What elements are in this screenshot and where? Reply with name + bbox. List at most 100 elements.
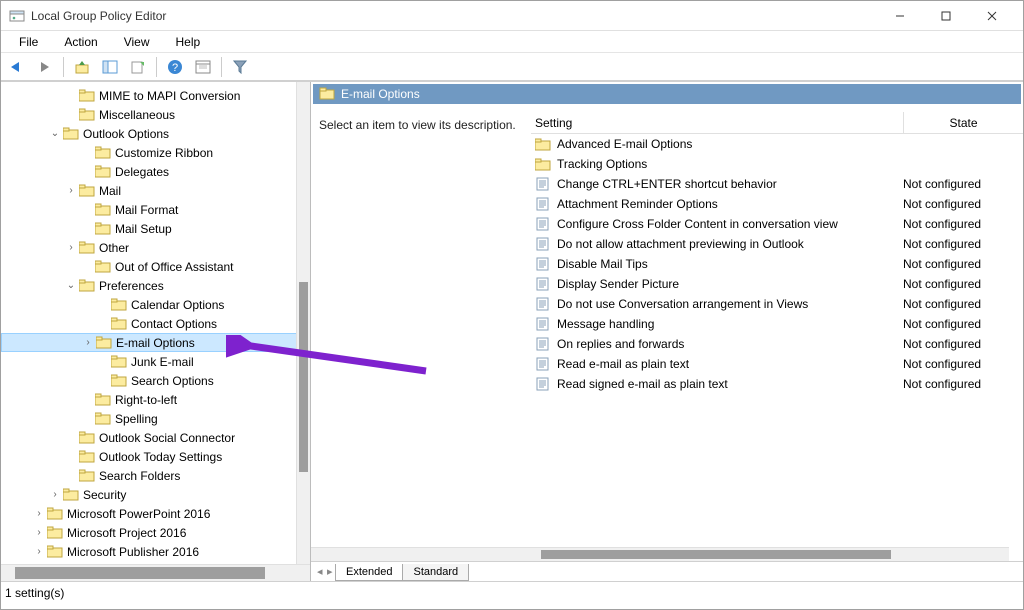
- setting-name: Configure Cross Folder Content in conver…: [557, 217, 903, 231]
- tree-item[interactable]: ›Microsoft Publisher 2016: [1, 542, 310, 561]
- setting-state: Not configured: [903, 257, 1023, 271]
- tab-scroll-left-icon[interactable]: ◂: [317, 565, 323, 578]
- setting-row[interactable]: Display Sender PictureNot configured: [531, 274, 1023, 294]
- setting-row[interactable]: Configure Cross Folder Content in conver…: [531, 214, 1023, 234]
- description-column: Select an item to view its description.: [311, 112, 531, 581]
- setting-state: Not configured: [903, 237, 1023, 251]
- tree-item[interactable]: Mail Format: [1, 200, 310, 219]
- tree-expander-icon[interactable]: ⌄: [49, 128, 61, 139]
- tree-item[interactable]: Customize Ribbon: [1, 143, 310, 162]
- tree-item[interactable]: Mail Setup: [1, 219, 310, 238]
- policy-icon: [535, 236, 551, 252]
- setting-state: Not configured: [903, 337, 1023, 351]
- tree-item[interactable]: Right-to-left: [1, 390, 310, 409]
- setting-name: On replies and forwards: [557, 337, 903, 351]
- forward-button[interactable]: [33, 56, 57, 78]
- folder-icon: [111, 355, 127, 369]
- tree-expander-icon[interactable]: ›: [33, 508, 45, 519]
- export-list-button[interactable]: [126, 56, 150, 78]
- tree-item[interactable]: ›Microsoft Project 2016: [1, 523, 310, 542]
- setting-row[interactable]: Read signed e-mail as plain textNot conf…: [531, 374, 1023, 394]
- filter-button[interactable]: [228, 56, 252, 78]
- tree-view[interactable]: MIME to MAPI ConversionMiscellaneous⌄Out…: [1, 82, 310, 564]
- tree-item[interactable]: Outlook Social Connector: [1, 428, 310, 447]
- column-header-setting[interactable]: Setting: [531, 116, 903, 130]
- column-header-state[interactable]: State: [903, 112, 1023, 133]
- menu-help[interactable]: Help: [164, 33, 213, 51]
- tree-item[interactable]: Search Options: [1, 371, 310, 390]
- tree-expander-icon[interactable]: ›: [49, 489, 61, 500]
- folder-icon: [535, 156, 551, 172]
- settings-header-row: Setting State: [531, 112, 1023, 134]
- tree-item[interactable]: Out of Office Assistant: [1, 257, 310, 276]
- tree-item[interactable]: ›Other: [1, 238, 310, 257]
- folder-icon: [47, 526, 63, 540]
- setting-row[interactable]: Tracking Options: [531, 154, 1023, 174]
- setting-row[interactable]: Advanced E-mail Options: [531, 134, 1023, 154]
- menu-action[interactable]: Action: [52, 33, 109, 51]
- setting-row[interactable]: Message handlingNot configured: [531, 314, 1023, 334]
- tree-item[interactable]: Miscellaneous: [1, 105, 310, 124]
- folder-icon: [79, 241, 95, 255]
- folder-icon: [95, 146, 111, 160]
- tree-item[interactable]: Search Folders: [1, 466, 310, 485]
- tree-item[interactable]: Delegates: [1, 162, 310, 181]
- tree-expander-icon[interactable]: ›: [65, 242, 77, 253]
- properties-button[interactable]: [191, 56, 215, 78]
- folder-icon: [79, 450, 95, 464]
- tree-item[interactable]: ›E-mail Options: [1, 333, 310, 352]
- tree-expander-icon[interactable]: ›: [65, 185, 77, 196]
- main-split: MIME to MAPI ConversionMiscellaneous⌄Out…: [1, 81, 1023, 581]
- setting-name: Do not allow attachment previewing in Ou…: [557, 237, 903, 251]
- settings-column: Setting State Advanced E-mail OptionsTra…: [531, 112, 1023, 581]
- menu-file[interactable]: File: [7, 33, 50, 51]
- tree-expander-icon[interactable]: ⌄: [65, 280, 77, 291]
- setting-name: Attachment Reminder Options: [557, 197, 903, 211]
- menu-view[interactable]: View: [112, 33, 162, 51]
- back-button[interactable]: [5, 56, 29, 78]
- tab-extended[interactable]: Extended: [335, 564, 403, 581]
- tree-item[interactable]: Junk E-mail: [1, 352, 310, 371]
- setting-row[interactable]: Do not use Conversation arrangement in V…: [531, 294, 1023, 314]
- tree-item[interactable]: Outlook Today Settings: [1, 447, 310, 466]
- tree-item-label: Preferences: [99, 279, 164, 293]
- show-hide-tree-button[interactable]: [98, 56, 122, 78]
- details-horizontal-scrollbar[interactable]: [311, 547, 1009, 561]
- tree-item[interactable]: ›Mail: [1, 181, 310, 200]
- tree-expander-icon[interactable]: ›: [33, 527, 45, 538]
- setting-row[interactable]: Read e-mail as plain textNot configured: [531, 354, 1023, 374]
- up-button[interactable]: [70, 56, 94, 78]
- tree-horizontal-scrollbar[interactable]: [1, 564, 310, 581]
- tree-vertical-scrollbar[interactable]: [296, 82, 310, 564]
- tree-item[interactable]: ⌄Outlook Options: [1, 124, 310, 143]
- setting-row[interactable]: Attachment Reminder OptionsNot configure…: [531, 194, 1023, 214]
- tree-item-label: Junk E-mail: [131, 355, 194, 369]
- tree-item[interactable]: Calendar Options: [1, 295, 310, 314]
- minimize-button[interactable]: [877, 1, 923, 31]
- tab-scroll-right-icon[interactable]: ▸: [327, 565, 333, 578]
- setting-name: Message handling: [557, 317, 903, 331]
- tree-item-label: Delegates: [115, 165, 169, 179]
- tree-item[interactable]: ›Microsoft PowerPoint 2016: [1, 504, 310, 523]
- tree-item-label: Outlook Social Connector: [99, 431, 235, 445]
- tree-item[interactable]: Spelling: [1, 409, 310, 428]
- folder-icon: [96, 336, 112, 350]
- setting-row[interactable]: Disable Mail TipsNot configured: [531, 254, 1023, 274]
- close-button[interactable]: [969, 1, 1015, 31]
- folder-icon: [95, 203, 111, 217]
- maximize-button[interactable]: [923, 1, 969, 31]
- tree-item[interactable]: MIME to MAPI Conversion: [1, 86, 310, 105]
- setting-row[interactable]: Change CTRL+ENTER shortcut behaviorNot c…: [531, 174, 1023, 194]
- setting-row[interactable]: On replies and forwardsNot configured: [531, 334, 1023, 354]
- tab-standard[interactable]: Standard: [402, 564, 469, 581]
- tree-expander-icon[interactable]: ›: [82, 337, 94, 348]
- setting-row[interactable]: Do not allow attachment previewing in Ou…: [531, 234, 1023, 254]
- tree-item-label: Mail Format: [115, 203, 178, 217]
- tree-item[interactable]: ⌄ Preferences: [1, 276, 310, 295]
- tree-item[interactable]: Contact Options: [1, 314, 310, 333]
- settings-list[interactable]: Advanced E-mail OptionsTracking OptionsC…: [531, 134, 1023, 394]
- tree-item[interactable]: ›Security: [1, 485, 310, 504]
- tree-expander-icon[interactable]: ›: [33, 546, 45, 557]
- help-button[interactable]: ?: [163, 56, 187, 78]
- description-prompt: Select an item to view its description.: [319, 118, 516, 132]
